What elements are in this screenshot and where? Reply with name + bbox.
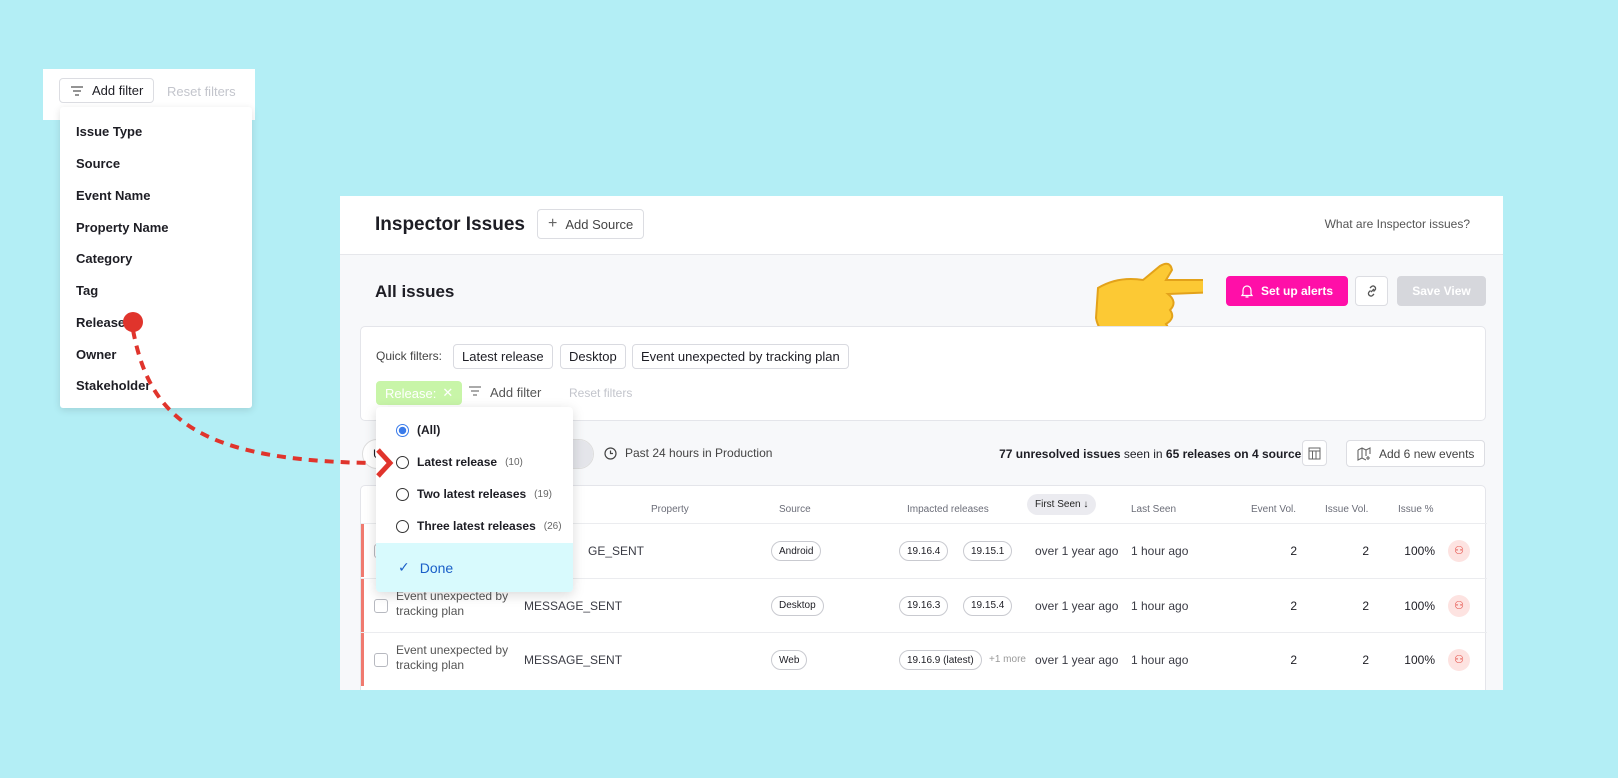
radio-selected[interactable]: [396, 423, 409, 437]
menu-item-issue-type[interactable]: Issue Type: [76, 124, 142, 139]
reset-filters-button[interactable]: Reset filters: [569, 386, 632, 400]
column-impacted-releases[interactable]: Impacted releases: [907, 504, 989, 515]
severity-bar: [361, 633, 364, 686]
column-last-seen[interactable]: Last Seen: [1131, 504, 1176, 515]
issue-percent: 100%: [1404, 598, 1435, 613]
page-header: Inspector Issues + Add Source What are I…: [340, 196, 1503, 255]
issue-volume: 2: [1362, 653, 1369, 667]
event-name[interactable]: MESSAGE_SENT: [524, 599, 622, 613]
row-checkbox[interactable]: [374, 653, 388, 667]
filter-icon: [469, 386, 481, 396]
arrow-down-icon: ↓: [1083, 499, 1089, 510]
column-first-seen[interactable]: First Seen ↓: [1027, 494, 1097, 515]
option-all[interactable]: (All): [396, 423, 440, 437]
release-filter-dropdown: (All) Latest release (10) Two latest rele…: [376, 407, 573, 592]
issue-percent: 100%: [1404, 653, 1435, 667]
event-name[interactable]: GE_SENT: [588, 544, 644, 558]
first-seen: over 1 year ago: [1035, 598, 1119, 613]
add-source-button[interactable]: + Add Source: [537, 209, 645, 239]
add-filter-button[interactable]: Add filter: [59, 78, 155, 103]
first-seen: over 1 year ago: [1035, 653, 1119, 667]
quick-filters-label: Quick filters:: [376, 349, 443, 363]
source-pill: Desktop: [771, 595, 824, 616]
source-pill: Android: [771, 541, 822, 561]
menu-item-release[interactable]: Release: [76, 315, 125, 330]
radio[interactable]: [396, 455, 409, 469]
spy-icon[interactable]: ⚇: [1448, 594, 1470, 617]
table-columns-icon: [1308, 447, 1321, 459]
bell-icon: [1241, 284, 1253, 298]
menu-item-tag[interactable]: Tag: [76, 283, 98, 298]
radio[interactable]: [396, 519, 409, 533]
filter-type-menu: Issue Type Source Event Name Property Na…: [60, 107, 252, 408]
issues-summary: 77 unresolved issues seen in 65 releases…: [999, 447, 1308, 461]
last-seen: 1 hour ago: [1131, 598, 1189, 613]
option-latest-release[interactable]: Latest release (10): [396, 455, 523, 469]
severity-bar: [361, 578, 364, 632]
quick-filter-desktop[interactable]: Desktop: [560, 344, 626, 369]
time-range-button[interactable]: Past 24 hours in Production: [604, 446, 772, 460]
issue-percent: 100%: [1404, 544, 1435, 558]
event-name[interactable]: MESSAGE_SENT: [524, 653, 622, 667]
help-link[interactable]: What are Inspector issues?: [1325, 217, 1470, 231]
first-seen: over 1 year ago: [1035, 544, 1119, 558]
row-checkbox[interactable]: [374, 598, 388, 613]
spy-icon[interactable]: ⚇: [1448, 649, 1470, 671]
menu-item-property-name[interactable]: Property Name: [76, 220, 168, 235]
spy-icon[interactable]: ⚇: [1448, 540, 1470, 562]
issue-type: Event unexpected by tracking plan: [396, 643, 509, 672]
reset-filters-button[interactable]: Reset filters: [167, 84, 236, 99]
copy-link-button[interactable]: [1355, 276, 1388, 306]
event-volume: 2: [1290, 598, 1297, 613]
release-pill: 19.16.3: [899, 595, 949, 616]
add-new-events-button[interactable]: Add 6 new events: [1346, 440, 1486, 467]
option-two-latest-releases[interactable]: Two latest releases (19): [396, 487, 552, 501]
more-releases[interactable]: +1 more: [989, 654, 1026, 665]
set-up-alerts-button[interactable]: Set up alerts: [1226, 276, 1349, 306]
release-pill: 19.15.1: [963, 541, 1013, 561]
issue-type: Event unexpected by tracking plan: [396, 588, 509, 618]
menu-item-category[interactable]: Category: [76, 251, 132, 266]
menu-item-event-name[interactable]: Event Name: [76, 188, 150, 203]
quick-filter-unexpected-event[interactable]: Event unexpected by tracking plan: [632, 344, 849, 369]
issue-volume: 2: [1362, 544, 1369, 558]
columns-button[interactable]: [1302, 440, 1327, 466]
view-title: All issues: [375, 282, 455, 301]
last-seen: 1 hour ago: [1131, 653, 1189, 667]
column-issue-vol[interactable]: Issue Vol.: [1325, 504, 1368, 515]
last-seen: 1 hour ago: [1131, 544, 1189, 558]
quick-filter-latest-release[interactable]: Latest release: [453, 344, 553, 369]
filter-icon: [71, 85, 83, 96]
severity-bar: [361, 524, 364, 577]
add-filter-button[interactable]: Add filter: [468, 385, 541, 400]
menu-item-owner[interactable]: Owner: [76, 347, 116, 362]
event-volume: 2: [1290, 653, 1297, 667]
release-filter-chip[interactable]: Release: ✕: [376, 381, 463, 405]
close-icon[interactable]: ✕: [442, 385, 453, 401]
event-volume: 2: [1290, 544, 1297, 558]
menu-item-source[interactable]: Source: [76, 156, 120, 171]
issue-volume: 2: [1362, 598, 1369, 613]
table-row[interactable]: Event unexpected by tracking plan MESSAG…: [361, 632, 1487, 686]
column-property[interactable]: Property: [651, 504, 689, 515]
column-issue-pct[interactable]: Issue %: [1398, 504, 1434, 515]
radio[interactable]: [396, 487, 409, 501]
map-plus-icon: [1357, 446, 1371, 461]
page-title: Inspector Issues: [375, 214, 525, 235]
release-pill: 19.16.9 (latest): [899, 650, 982, 670]
clock-icon: [604, 446, 617, 460]
done-button[interactable]: ✓ Done: [376, 543, 573, 592]
link-icon: [1367, 285, 1377, 297]
menu-item-stakeholder[interactable]: Stakeholder: [76, 378, 150, 393]
source-pill: Web: [771, 650, 808, 670]
plus-icon: +: [548, 215, 558, 232]
check-icon: ✓: [398, 559, 410, 575]
release-pill: 19.16.4: [899, 541, 949, 561]
release-pill: 19.15.4: [963, 595, 1013, 616]
column-event-vol[interactable]: Event Vol.: [1251, 504, 1296, 515]
option-three-latest-releases[interactable]: Three latest releases (26): [396, 519, 562, 533]
column-source[interactable]: Source: [779, 504, 811, 515]
save-view-button[interactable]: Save View: [1397, 276, 1486, 306]
